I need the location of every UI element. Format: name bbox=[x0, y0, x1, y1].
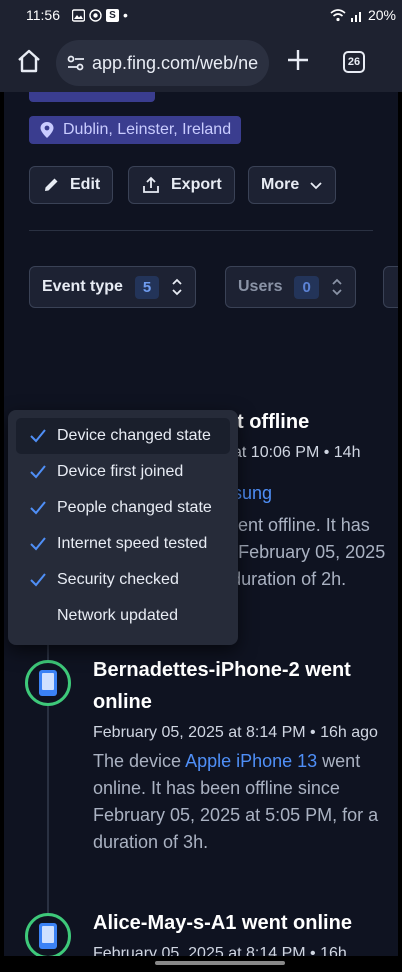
home-gesture-handle[interactable] bbox=[155, 961, 285, 965]
phone-icon bbox=[39, 670, 57, 696]
pencil-icon bbox=[45, 178, 58, 191]
address-bar[interactable]: app.fing.com/web/ne bbox=[56, 40, 269, 86]
dropdown-option[interactable]: Device first joined bbox=[16, 454, 230, 490]
signal-icon bbox=[350, 11, 361, 22]
screen-edge-right bbox=[398, 92, 402, 956]
url-text[interactable]: app.fing.com/web/ne bbox=[92, 53, 258, 74]
event-time: February 05, 2025 at 8:14 PM • 16h ago bbox=[93, 724, 378, 741]
notification-icons: S • bbox=[72, 7, 128, 23]
event-type-label: Event type bbox=[42, 278, 123, 295]
phone-icon bbox=[39, 923, 57, 949]
device-avatar[interactable] bbox=[25, 913, 71, 956]
sort-chevrons-icon bbox=[332, 278, 342, 296]
check-icon bbox=[30, 465, 46, 479]
event-time: February 05, 2025 at 8:14 PM • 16h bbox=[93, 945, 347, 956]
site-settings-icon[interactable] bbox=[66, 53, 86, 73]
system-icons: 20% bbox=[330, 7, 396, 23]
edit-label: Edit bbox=[70, 176, 101, 193]
check-icon bbox=[30, 429, 46, 443]
dropdown-option[interactable]: Network updated bbox=[16, 598, 230, 634]
event-type-dropdown: Device changed state Device first joined… bbox=[8, 410, 238, 645]
timeline-event: Bernadettes-iPhone-2 went online Februar… bbox=[93, 654, 398, 856]
location-pill: Dublin, Leinster, Ireland bbox=[29, 116, 242, 144]
users-filter[interactable]: Users 0 bbox=[225, 266, 356, 308]
check-icon bbox=[30, 537, 46, 551]
gesture-nav-bar bbox=[0, 956, 402, 972]
device-avatar[interactable] bbox=[25, 660, 71, 706]
more-button[interactable]: More bbox=[248, 166, 337, 204]
event-description: The device Apple iPhone 13 went online. … bbox=[93, 751, 379, 852]
more-label: More bbox=[261, 176, 300, 193]
status-time: 11:56 bbox=[26, 7, 60, 23]
device-link[interactable]: Apple iPhone 13 bbox=[185, 751, 317, 771]
tag-pill bbox=[29, 92, 155, 102]
timeline-event: Alice-May-s-A1 went online February 05, … bbox=[93, 907, 398, 956]
dropdown-option[interactable]: Internet speed tested bbox=[16, 526, 230, 562]
export-button[interactable]: Export bbox=[128, 166, 235, 204]
main-content: Dublin, Leinster, Ireland Edit Export Mo… bbox=[4, 92, 398, 956]
tab-switcher-button[interactable]: 26 bbox=[343, 51, 365, 73]
next-filter-button[interactable] bbox=[383, 266, 398, 308]
status-dot: • bbox=[123, 7, 128, 23]
event-type-filter[interactable]: Event type 5 bbox=[29, 266, 197, 308]
location-label: Dublin, Leinster, Ireland bbox=[63, 121, 232, 138]
gallery-icon bbox=[72, 8, 85, 22]
dropdown-option[interactable]: People changed state bbox=[16, 490, 230, 526]
battery-level: 20% bbox=[367, 7, 396, 23]
users-count: 0 bbox=[294, 275, 319, 299]
export-label: Export bbox=[171, 176, 222, 193]
export-icon bbox=[143, 176, 159, 193]
users-label: Users bbox=[238, 278, 283, 295]
chevron-down-icon bbox=[310, 182, 322, 190]
new-tab-icon[interactable] bbox=[284, 46, 312, 74]
home-icon[interactable] bbox=[14, 46, 44, 76]
edit-button[interactable]: Edit bbox=[29, 166, 114, 204]
check-icon bbox=[30, 573, 46, 587]
dropdown-option[interactable]: Security checked bbox=[16, 562, 230, 598]
camera-icon bbox=[89, 8, 102, 22]
event-title: Alice-May-s-A1 went online bbox=[93, 912, 352, 934]
dropdown-option[interactable]: Device changed state bbox=[16, 418, 230, 454]
location-pin-icon bbox=[40, 122, 54, 138]
check-icon bbox=[30, 501, 46, 515]
event-type-count: 5 bbox=[134, 275, 160, 299]
wifi-icon bbox=[330, 8, 346, 21]
event-title: Bernadettes-iPhone-2 went online bbox=[93, 659, 351, 713]
sort-chevrons-icon bbox=[172, 278, 182, 296]
status-bar: 11:56 S • 20% bbox=[0, 0, 402, 32]
section-divider bbox=[29, 230, 373, 231]
s-app-icon: S bbox=[106, 8, 119, 22]
browser-toolbar: app.fing.com/web/ne 26 bbox=[0, 32, 402, 92]
